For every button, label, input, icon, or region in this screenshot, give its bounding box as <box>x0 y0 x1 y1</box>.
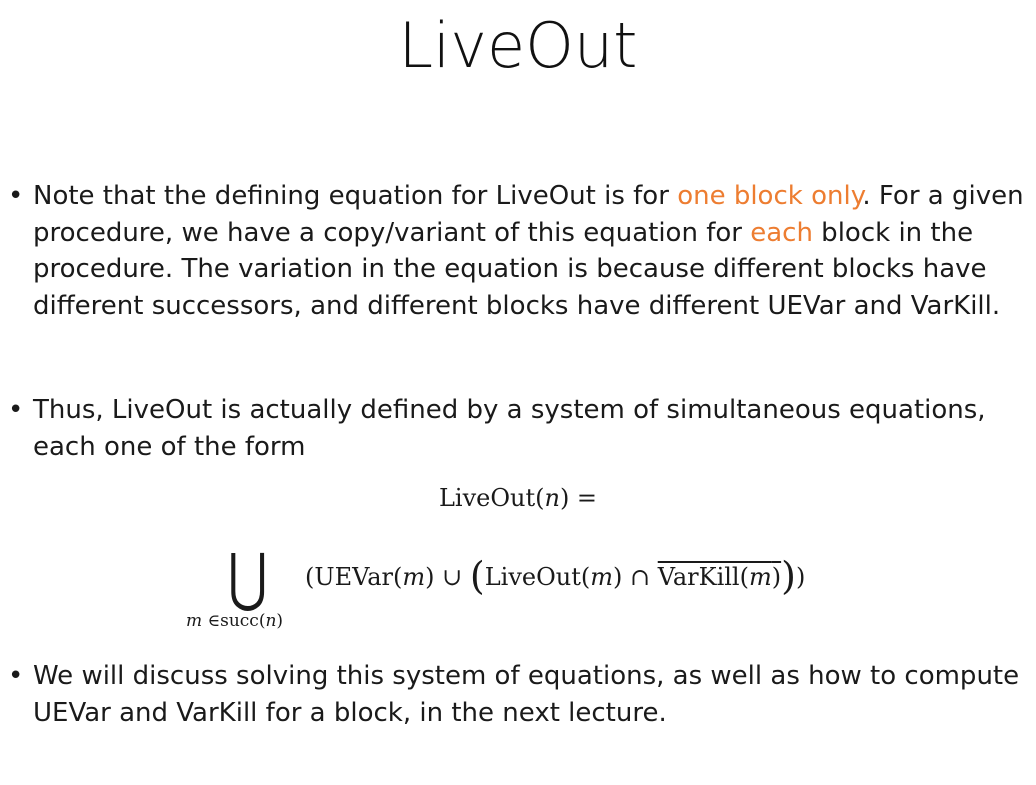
math-paren: ) <box>781 554 796 598</box>
bullet-system-of-equations: • Thus, LiveOut is actually defined by a… <box>8 392 1033 465</box>
equation-rhs: ⋃ m ∈succ(n) (UEVar(m) ∪ (LiveOut(m) ∩ V… <box>0 540 1036 640</box>
union-subscript: m ∈succ(n) <box>186 610 283 632</box>
bullet-text: Note that the defining equation for Live… <box>33 178 1033 324</box>
math-var: m <box>186 611 203 631</box>
math-func: ) ∪ <box>425 563 470 591</box>
slide: LiveOut • Note that the defining equatio… <box>0 0 1036 785</box>
equation-lhs: LiveOut(n) = <box>0 482 1036 514</box>
math-func: ∈succ( <box>202 611 266 631</box>
math-var: m <box>402 563 426 591</box>
math-func: VarKill( <box>657 563 749 591</box>
math-var: m <box>590 563 613 591</box>
highlight-each: each <box>750 217 813 248</box>
math-var: m <box>748 563 772 591</box>
union-symbol: ⋃ <box>228 541 268 615</box>
highlight-one-block-only: one block only <box>677 181 863 211</box>
math-func: (UEVar( <box>305 563 403 591</box>
math-paren: ( <box>469 554 485 598</box>
math-func: ) = <box>559 484 598 512</box>
bullet-text: We will discuss solving this system of e… <box>33 661 1020 728</box>
bullet-dot: • <box>8 181 24 211</box>
math-func: ) <box>276 611 284 631</box>
math-func: ) <box>771 563 782 591</box>
varkill-complement: VarKill(m) <box>658 563 781 591</box>
bullet-dot: • <box>8 395 24 425</box>
union-term: (UEVar(m) ∪ (LiveOut(m) ∩ VarKill(m))) <box>305 557 806 595</box>
bullet-text-part: Note that the defining equation for Live… <box>33 181 678 211</box>
math-func: ) <box>795 563 806 591</box>
bullet-text: Thus, LiveOut is actually defined by a s… <box>33 395 986 462</box>
bullet-next-lecture: • We will discuss solving this system of… <box>8 658 1033 731</box>
math-var: n <box>265 611 277 631</box>
math-func: LiveOut( <box>484 563 591 591</box>
math-func: ) ∩ <box>613 563 658 591</box>
slide-title: LiveOut <box>398 9 638 82</box>
bullet-one-block: • Note that the defining equation for Li… <box>8 178 1033 324</box>
math-func: LiveOut( <box>438 484 545 512</box>
bullet-dot: • <box>8 661 24 691</box>
math-var: n <box>544 484 560 512</box>
